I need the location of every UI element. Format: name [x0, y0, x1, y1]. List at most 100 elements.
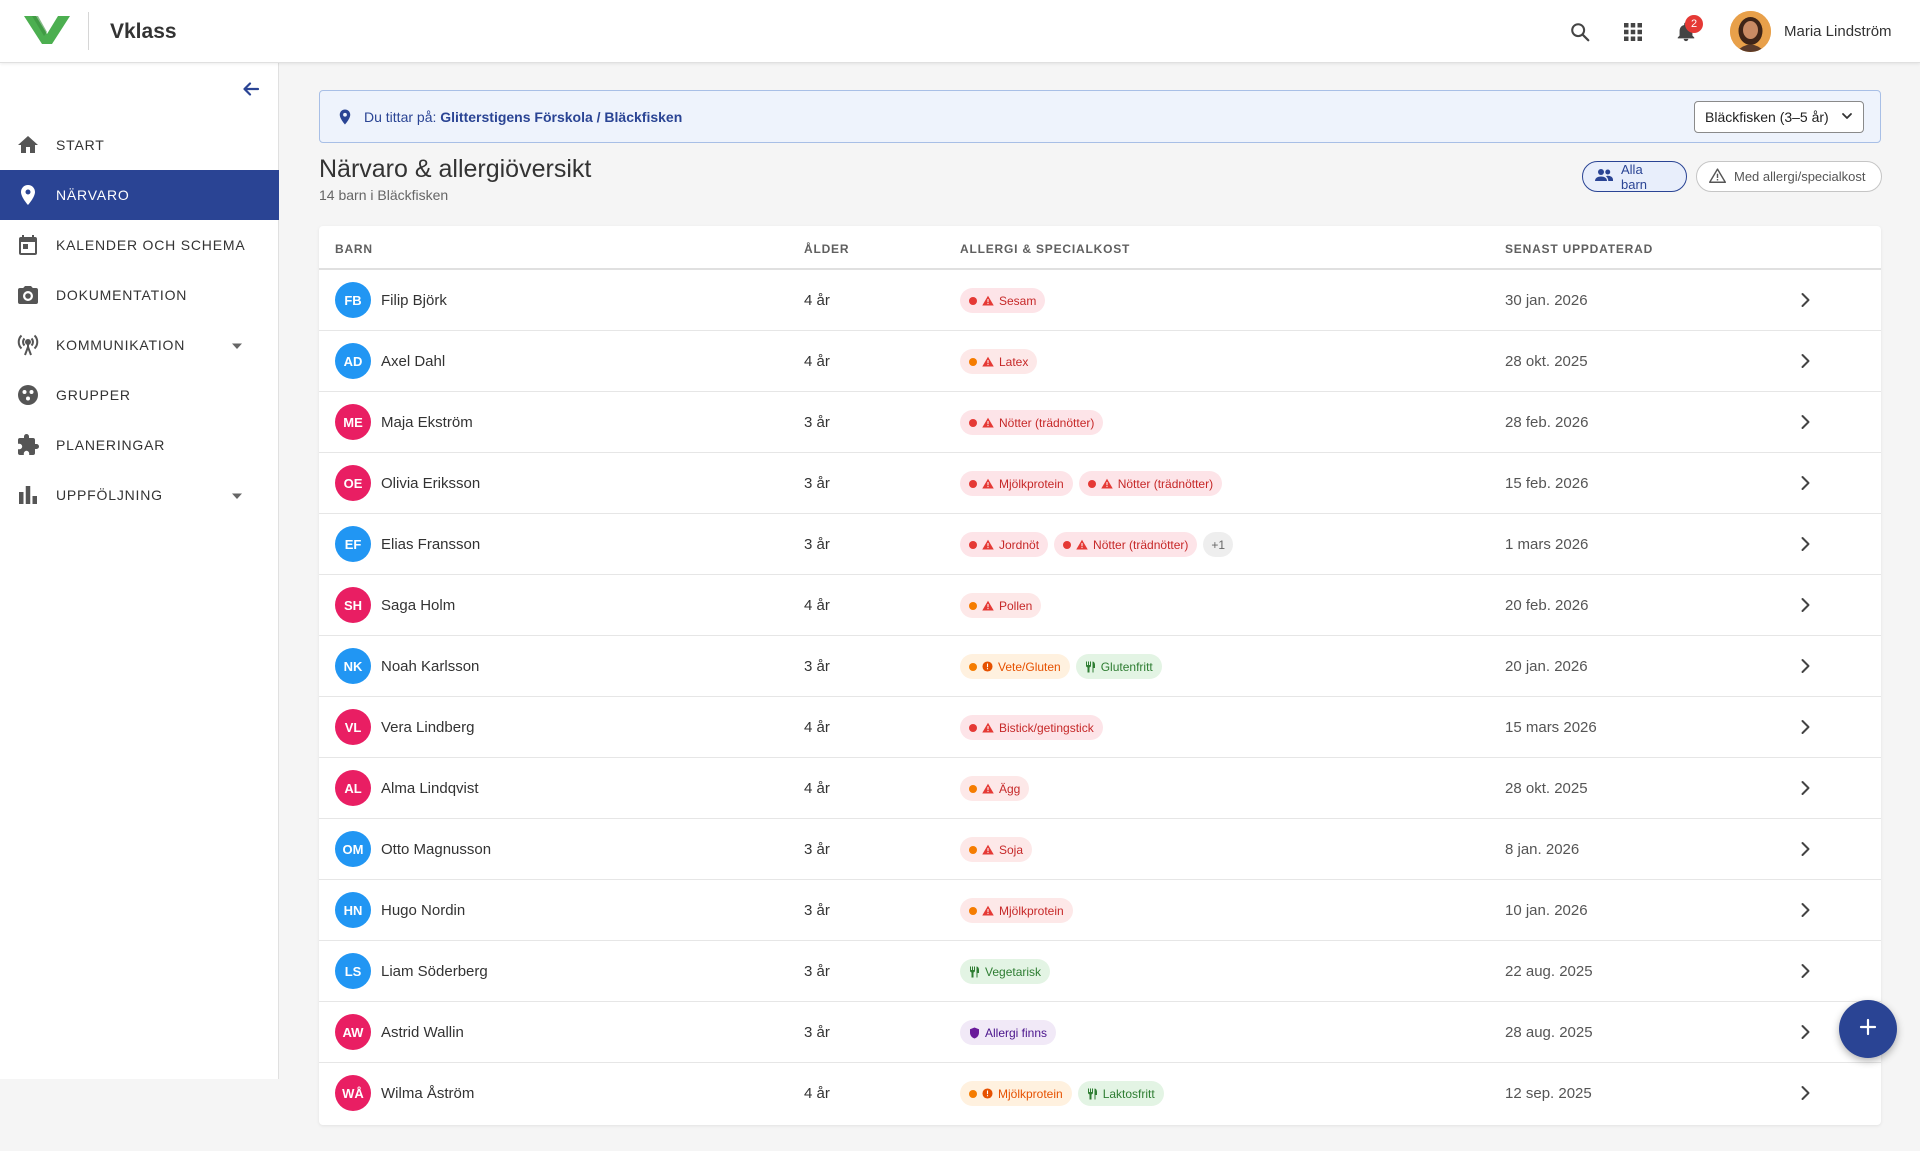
user-name[interactable]: Maria Lindström: [1784, 23, 1892, 40]
table-row[interactable]: HN Hugo Nordin 3 år Mjölkprotein 10 jan. 202…: [319, 880, 1881, 941]
chevron-right-icon[interactable]: [1795, 778, 1815, 798]
allergy-tag[interactable]: Nötter (trädnötter): [1054, 532, 1198, 557]
allergy-tag[interactable]: Soja: [960, 837, 1033, 862]
allergy-tag-label: Mjölkprotein: [999, 903, 1064, 918]
allergy-tag[interactable]: Vegetarisk: [960, 959, 1051, 984]
child-age: 3 år: [804, 536, 830, 553]
allergy-tag[interactable]: Laktosfritt: [1077, 1081, 1164, 1106]
column-header-allergy[interactable]: ALLERGI & SPECIALKOST: [960, 242, 1130, 256]
allergy-tag[interactable]: Glutenfritt: [1075, 654, 1162, 679]
column-header-updated[interactable]: SENAST UPPDATERAD: [1505, 242, 1653, 256]
allergy-tags: Bistick/getingstick: [960, 715, 1103, 740]
allergy-tag[interactable]: Mjölkprotein: [960, 471, 1073, 496]
chevron-right-icon[interactable]: [1795, 961, 1815, 981]
child-name[interactable]: Alma Lindqvist: [381, 780, 479, 797]
child-name[interactable]: Maja Ekström: [381, 414, 473, 431]
page-subtitle: 14 barn i Bläckfisken: [319, 187, 449, 203]
table-row[interactable]: OM Otto Magnusson 3 år Soja 8 jan. 2026: [319, 819, 1881, 880]
child-name[interactable]: Otto Magnusson: [381, 841, 491, 858]
child-name[interactable]: Filip Björk: [381, 292, 447, 309]
column-header-child[interactable]: BARN: [335, 242, 373, 256]
chevron-right-icon[interactable]: [1795, 656, 1815, 676]
allergy-tag[interactable]: Mjölkprotein: [960, 898, 1073, 923]
chevron-right-icon[interactable]: [1795, 717, 1815, 737]
allergy-tag[interactable]: Mjölkprotein: [960, 1081, 1072, 1106]
severity-dot: [969, 357, 977, 366]
location-pin-icon: [336, 107, 354, 127]
allergy-tag-label: Allergi finns: [985, 1025, 1048, 1040]
chevron-right-icon[interactable]: [1795, 900, 1815, 920]
sidebar-item-grupper[interactable]: GRUPPER: [0, 370, 279, 420]
allergy-tag[interactable]: Pollen: [960, 593, 1042, 618]
child-name[interactable]: Vera Lindberg: [381, 719, 474, 736]
sidebar-item-kalender[interactable]: KALENDER OCH SCHEMA: [0, 220, 279, 270]
child-avatar: WÅ: [335, 1075, 371, 1111]
table-row[interactable]: AL Alma Lindqvist 4 år Ägg 28 okt. 2025: [319, 758, 1881, 819]
user-avatar[interactable]: [1730, 11, 1771, 52]
child-name[interactable]: Noah Karlsson: [381, 658, 479, 675]
child-name[interactable]: Axel Dahl: [381, 353, 445, 370]
table-row[interactable]: AW Astrid Wallin 3 år Allergi finns 28 aug. …: [319, 1002, 1881, 1063]
group-select-dropdown[interactable]: Bläckfisken (3–5 år): [1694, 101, 1864, 133]
chevron-right-icon[interactable]: [1795, 1022, 1815, 1042]
child-name[interactable]: Wilma Åström: [381, 1085, 474, 1102]
allergy-tag[interactable]: Nötter (trädnötter): [1078, 471, 1223, 496]
child-name[interactable]: Liam Söderberg: [381, 963, 488, 980]
chevron-right-icon[interactable]: [1795, 534, 1815, 554]
allergy-tag[interactable]: Latex: [960, 349, 1038, 374]
sidebar-item-kommunikation[interactable]: KOMMUNIKATION: [0, 320, 279, 370]
child-name[interactable]: Elias Fransson: [381, 536, 480, 553]
collapse-sidebar-arrow-icon[interactable]: [237, 75, 265, 103]
allergy-tags: Ägg: [960, 776, 1030, 801]
table-row[interactable]: WÅ Wilma Åström 4 år Mjölkprotein Laktosfrit…: [319, 1063, 1881, 1124]
child-name[interactable]: Olivia Eriksson: [381, 475, 480, 492]
vklass-logo[interactable]: [24, 14, 70, 46]
allergy-tag[interactable]: Jordnöt: [960, 532, 1049, 557]
chevron-right-icon[interactable]: [1795, 412, 1815, 432]
allergy-tag-label: Jordnöt: [999, 537, 1040, 552]
table-row[interactable]: EF Elias Fransson 3 år Jordnöt Nötter (trädn…: [319, 514, 1881, 575]
child-name[interactable]: Saga Holm: [381, 597, 455, 614]
chevron-right-icon[interactable]: [1795, 473, 1815, 493]
sidebar-item-planeringar[interactable]: PLANERINGAR: [0, 420, 279, 470]
more-tags-badge[interactable]: +1: [1203, 532, 1234, 557]
allergy-tag[interactable]: Sesam: [960, 288, 1046, 313]
table-row[interactable]: NK Noah Karlsson 3 år Vete/Gluten Glutenfrit…: [319, 636, 1881, 697]
last-updated: 20 feb. 2026: [1505, 597, 1589, 614]
table-row[interactable]: VL Vera Lindberg 4 år Bistick/getingstick 15…: [319, 697, 1881, 758]
allergy-tag[interactable]: Nötter (trädnötter): [960, 410, 1104, 435]
table-row[interactable]: LS Liam Söderberg 3 år Vegetarisk 22 aug. 20…: [319, 941, 1881, 1002]
allergy-tag[interactable]: Ägg: [960, 776, 1030, 801]
allergy-tags: Latex: [960, 349, 1038, 374]
chevron-right-icon[interactable]: [1795, 1083, 1815, 1103]
sidebar-item-start[interactable]: START: [0, 120, 279, 170]
sidebar-item-uppfoljning[interactable]: UPPFÖLJNING: [0, 470, 279, 520]
table-row[interactable]: ME Maja Ekström 3 år Nötter (trädnötter) 28 …: [319, 392, 1881, 453]
sidebar-item-dokumentation[interactable]: DOKUMENTATION: [0, 270, 279, 320]
child-avatar: FB: [335, 282, 371, 318]
chevron-right-icon[interactable]: [1795, 290, 1815, 310]
search-icon[interactable]: [1566, 18, 1594, 46]
context-banner: Du tittar på: Glitterstigens Förskola / …: [319, 90, 1881, 143]
group-select-value: Bläckfisken (3–5 år): [1705, 109, 1829, 125]
apps-grid-icon[interactable]: [1619, 18, 1647, 46]
column-header-age[interactable]: ÅLDER: [804, 242, 849, 256]
filter-allergy-button[interactable]: Med allergi/specialkost: [1696, 161, 1882, 192]
child-name[interactable]: Hugo Nordin: [381, 902, 465, 919]
chevron-right-icon[interactable]: [1795, 351, 1815, 371]
filter-all-children-button[interactable]: Alla barn: [1582, 161, 1687, 192]
chevron-right-icon[interactable]: [1795, 839, 1815, 859]
table-row[interactable]: SH Saga Holm 4 år Pollen 20 feb. 2026: [319, 575, 1881, 636]
sidebar-item-narvaro[interactable]: NÄRVARO: [0, 170, 279, 220]
chevron-right-icon[interactable]: [1795, 595, 1815, 615]
cutlery-icon: [969, 966, 980, 978]
table-row[interactable]: AD Axel Dahl 4 år Latex 28 okt. 2025: [319, 331, 1881, 392]
add-button[interactable]: [1839, 1000, 1897, 1058]
allergy-tag[interactable]: Vete/Gluten: [960, 654, 1070, 679]
allergy-tag-label: Sesam: [999, 293, 1037, 308]
allergy-tag[interactable]: Bistick/getingstick: [960, 715, 1103, 740]
child-name[interactable]: Astrid Wallin: [381, 1024, 464, 1041]
allergy-tag[interactable]: Allergi finns: [960, 1020, 1057, 1045]
table-row[interactable]: OE Olivia Eriksson 3 år Mjölkprotein Nötter …: [319, 453, 1881, 514]
table-row[interactable]: FB Filip Björk 4 år Sesam 30 jan. 2026: [319, 270, 1881, 331]
